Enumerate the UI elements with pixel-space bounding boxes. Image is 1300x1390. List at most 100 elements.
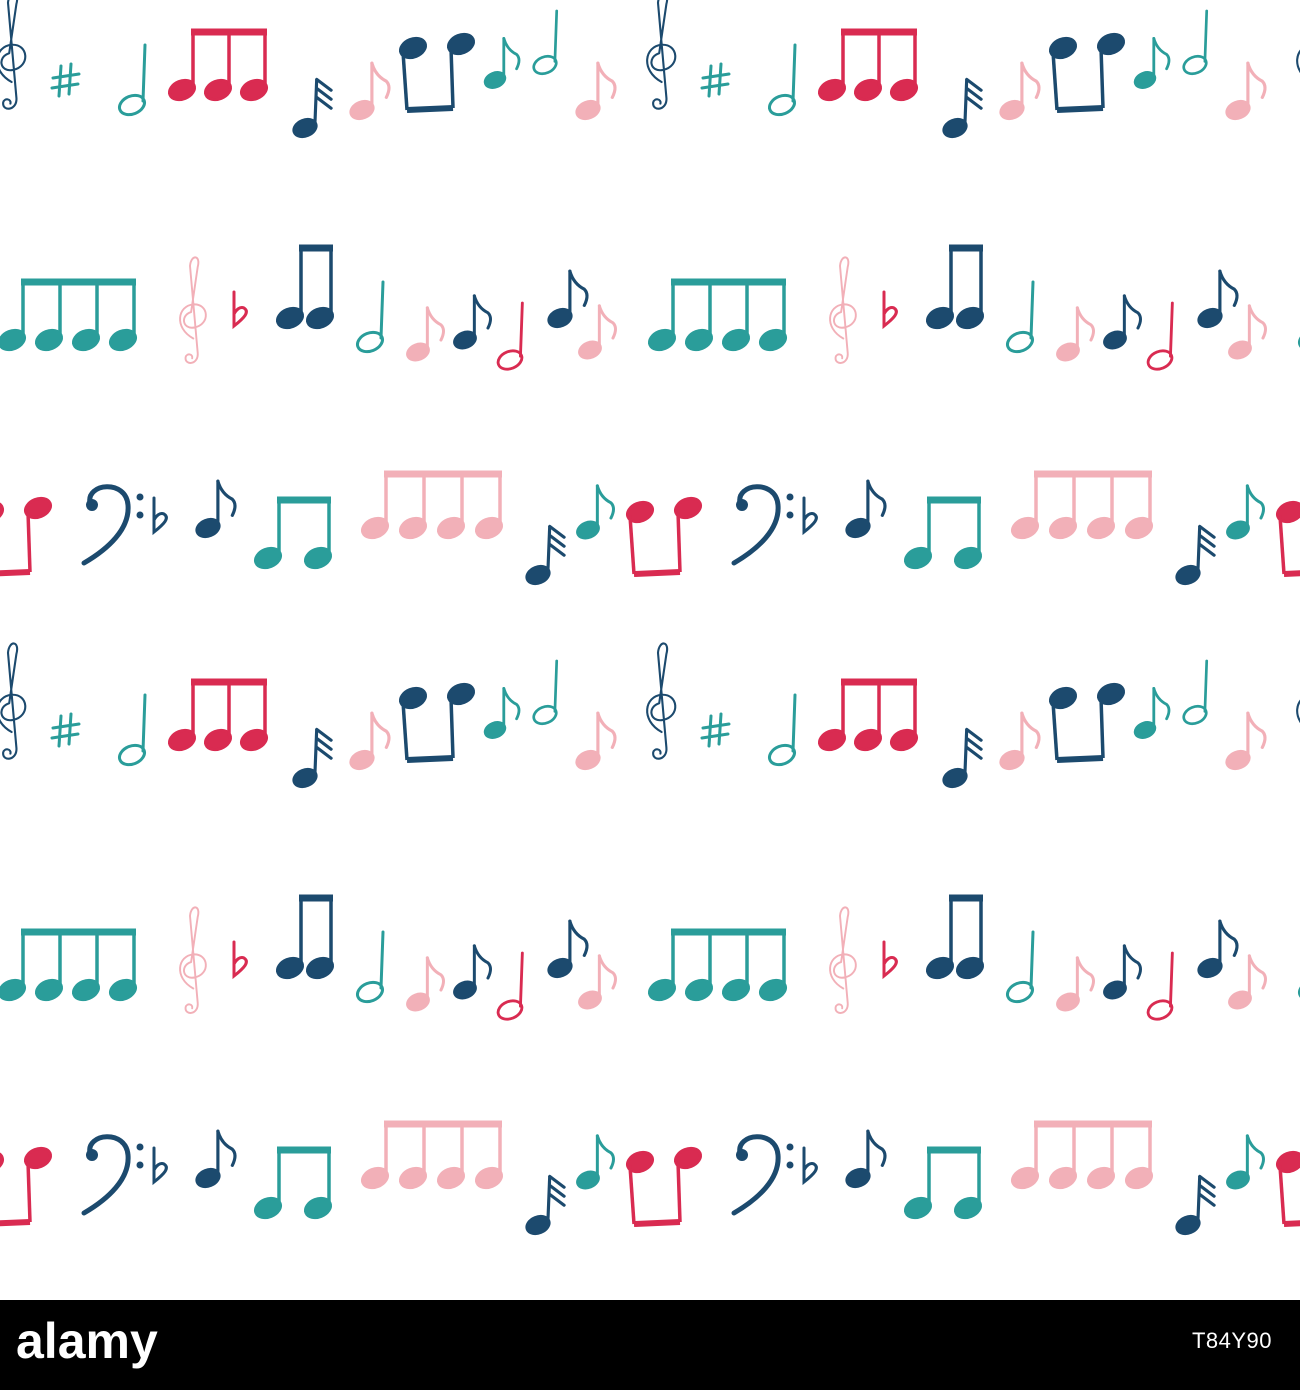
sharp-icon [700,712,731,748]
flat-icon [152,1146,168,1186]
music-notes-pattern [0,0,1300,1300]
half-note-icon [1005,280,1035,354]
flat-icon [232,940,248,980]
eighth-note-icon [1225,61,1267,121]
half-note-icon [767,43,797,117]
beamed-notes-icon [647,928,788,1002]
treble-clef-icon [646,0,677,110]
half-note-icon [1182,9,1209,76]
beamed-notes-icon [903,1146,983,1220]
beamed-notes-icon [1297,328,1300,352]
flat-icon [232,290,248,330]
half-note-icon [496,951,524,1021]
eighth-note-icon [1226,1134,1265,1190]
beamed-notes-icon [0,1146,53,1227]
beamed-notes-icon [253,496,333,570]
eighth-note-icon [406,956,445,1012]
half-note-icon [1182,659,1209,726]
beamed-notes-icon [1297,978,1300,1002]
eighth-note-icon [575,61,617,121]
eighth-note-icon [1197,269,1239,329]
bass-clef-icon [81,1134,144,1216]
flat-icon [802,1146,818,1186]
beamed-notes-icon [167,678,269,752]
eighth-note-icon [1197,919,1239,979]
beamed-notes-icon [275,894,335,980]
treble-clef-icon [179,906,207,1014]
beamed-notes-icon [1048,32,1126,113]
bass-clef-icon [731,484,794,566]
treble-clef-icon [179,256,207,364]
beamed-notes-icon [647,278,788,352]
eighth-note-icon [1228,304,1267,360]
eighth-note-icon [1225,711,1267,771]
beamed-notes-icon [253,1146,333,1220]
beamed-notes-icon [1275,1150,1300,1227]
beamed-notes-icon [1010,1120,1154,1190]
treble-clef-icon [829,906,857,1014]
beamed-notes-icon [925,244,985,330]
eighth-note-icon [1133,36,1171,89]
eighth-note-icon [1103,944,1142,1000]
eighth-note-icon [483,686,521,739]
beamed-notes-icon [0,496,53,577]
beamed-notes-icon [360,470,504,540]
watermark-footer: alamy T84Y90 [0,1300,1300,1390]
half-note-icon [117,43,147,117]
half-note-icon [532,9,559,76]
beamed-notes-icon [0,928,138,1002]
beamed-notes-icon [398,682,476,763]
sixteenth-note-icon [292,77,333,139]
half-note-icon [767,693,797,767]
eighth-note-icon [1228,954,1267,1010]
beamed-notes-icon [167,28,269,102]
beamed-notes-icon [903,496,983,570]
eighth-note-icon [1103,294,1142,350]
eighth-note-icon [1056,956,1095,1012]
eighth-note-icon [349,61,391,121]
eighth-note-icon [999,711,1041,771]
flat-icon [152,496,168,536]
eighth-note-icon [999,61,1041,121]
sixteenth-note-icon [525,524,566,586]
eighth-note-icon [483,36,521,89]
bass-clef-icon [81,484,144,566]
treble-clef-icon [0,642,27,760]
treble-clef-icon [829,256,857,364]
beamed-notes-icon [398,32,476,113]
bass-clef-icon [731,1134,794,1216]
eighth-note-icon [578,304,617,360]
sixteenth-note-icon [292,727,333,789]
beamed-notes-icon [1010,470,1154,540]
eighth-note-icon [453,294,492,350]
sixteenth-note-icon [1175,524,1216,586]
flat-icon [882,290,898,330]
eighth-note-icon [1056,306,1095,362]
beamed-notes-icon [0,278,138,352]
logo-text: alamy [16,1314,158,1369]
half-note-icon [496,301,524,371]
beamed-notes-icon [925,894,985,980]
eighth-note-icon [845,479,887,539]
beamed-notes-icon [817,678,919,752]
eighth-note-icon [195,1129,237,1189]
sharp-icon [50,62,81,98]
eighth-note-icon [845,1129,887,1189]
beamed-notes-icon [1048,682,1126,763]
eighth-note-icon [547,269,589,329]
sixteenth-note-icon [942,77,983,139]
eighth-note-icon [576,1134,615,1190]
beamed-notes-icon [275,244,335,330]
sharp-icon [700,62,731,98]
beamed-notes-icon [1275,500,1300,577]
half-note-icon [355,280,385,354]
half-note-icon [117,693,147,767]
sixteenth-note-icon [942,727,983,789]
eighth-note-icon [575,711,617,771]
eighth-note-icon [1133,686,1171,739]
eighth-note-icon [195,479,237,539]
sixteenth-note-icon [525,1174,566,1236]
eighth-note-icon [453,944,492,1000]
sixteenth-note-icon [1175,1174,1216,1236]
half-note-icon [1146,951,1174,1021]
